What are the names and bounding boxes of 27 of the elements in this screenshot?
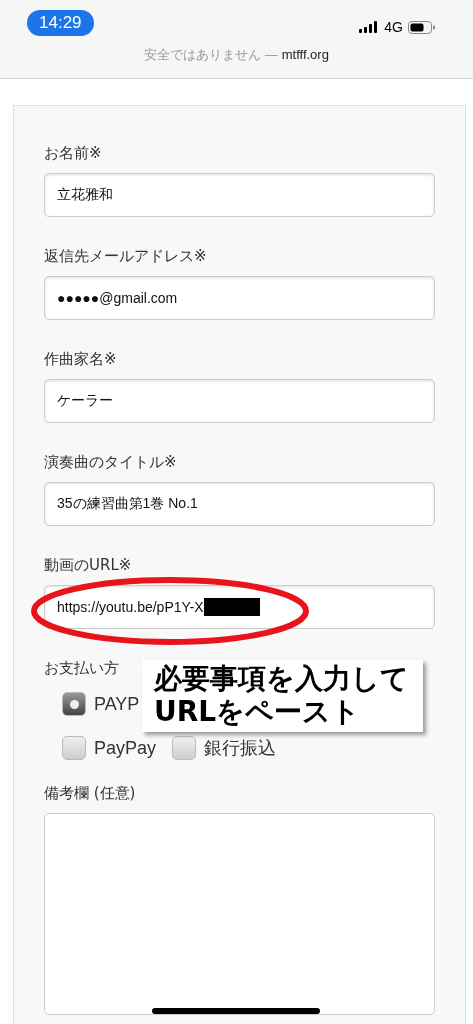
field-label: 動画のURL※ [44,556,133,575]
input-field[interactable]: 立花雅和 [44,173,435,217]
radio-button[interactable] [62,736,86,760]
input-field[interactable]: ●●●●●@gmail.com [44,276,435,320]
status-time: 14:29 [27,10,94,36]
option-label: PAYP [94,693,140,715]
option-label: 銀行振込 [204,737,277,760]
network-label: 4G [384,19,403,35]
input-field[interactable]: 35の練習曲第1巻 No.1 [44,482,435,526]
url-field[interactable]: https://youtu.be/pP1Y-X [44,585,435,629]
input-field[interactable]: ケーラー [44,379,435,423]
domain-link[interactable]: mtfff.org [281,47,329,62]
signal-icon [359,21,380,33]
radio-button[interactable] [62,692,86,716]
field-label: お名前※ [44,144,103,163]
remarks-field[interactable] [44,813,435,1015]
security-warning: 安全ではありません — [144,47,278,62]
radio-button[interactable] [172,736,197,760]
battery-icon [408,20,435,34]
field-label: 作曲家名※ [44,350,118,369]
url-value: https://youtu.be/pP1Y-X [57,599,204,615]
annotation-text: 必要事項を入力して [154,662,409,695]
field-label: 備考欄 (任意) [44,784,137,803]
field-label: 演奏曲のタイトル※ [44,453,178,472]
annotation-text: URLをペースト [154,695,362,728]
option-label: PayPay [94,737,157,759]
field-label: 返信先メールアドレス※ [44,247,208,266]
